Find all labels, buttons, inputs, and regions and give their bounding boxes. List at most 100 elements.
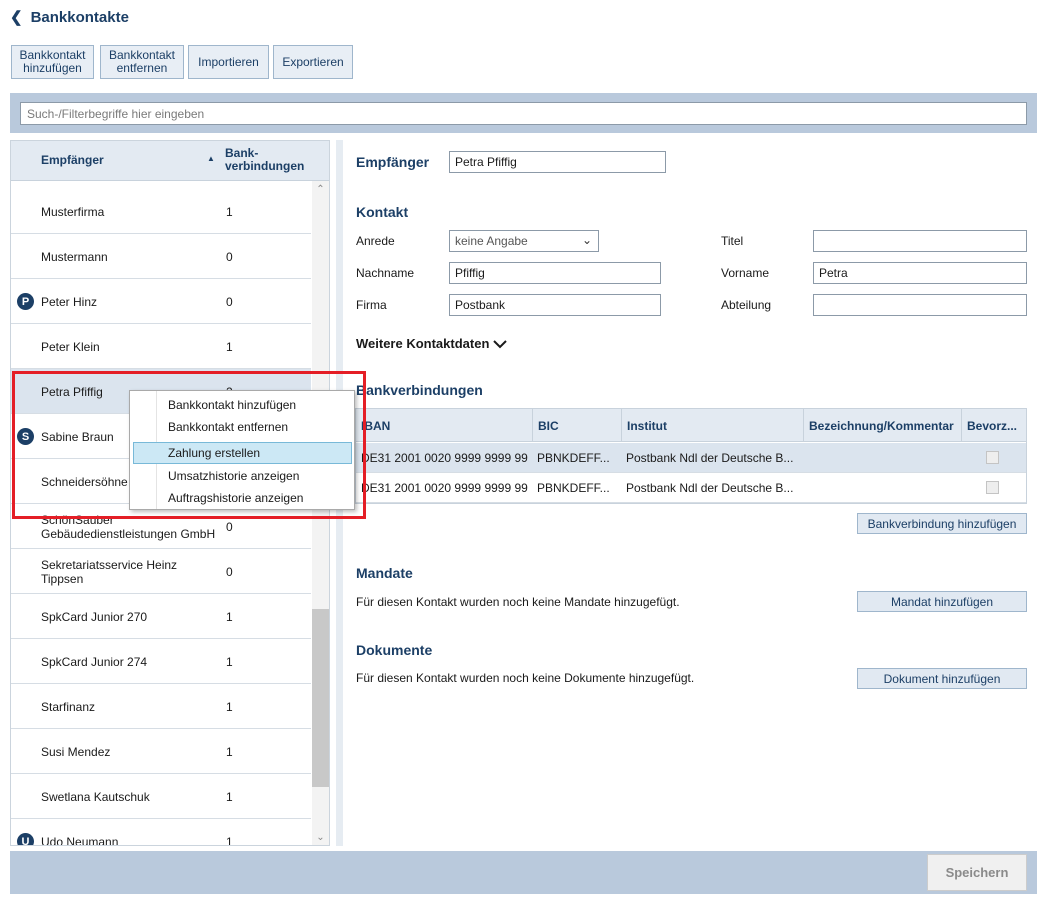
list-item[interactable]: Swetlana Kautschuk 1 — [11, 774, 311, 819]
contact-name: Udo Neumann — [41, 834, 119, 846]
firstname-label: Vorname — [721, 266, 770, 280]
header-label: Bank- — [225, 146, 259, 160]
search-input[interactable] — [20, 102, 1027, 125]
bank-count: 1 — [226, 744, 233, 759]
bic-cell: PBNKDEFF... — [537, 481, 610, 495]
list-item[interactable]: U Udo Neumann 1 — [11, 819, 311, 846]
sort-ascending-icon[interactable]: ▲ — [207, 154, 215, 163]
button-label: Bankkontakt — [108, 48, 176, 62]
list-item[interactable]: Musterfirma 1 — [11, 189, 311, 234]
scroll-down-icon[interactable]: ⌄ — [312, 829, 329, 845]
bank-connections-heading: Bankverbindungen — [356, 382, 483, 398]
list-item[interactable]: Susi Mendez 1 — [11, 729, 311, 774]
page-title: Bankkontakte — [30, 8, 129, 26]
scrollbar-thumb[interactable] — [312, 609, 329, 787]
bank-count: 1 — [226, 339, 233, 354]
column-header-bank-connections[interactable]: Bank-verbindungen — [225, 147, 304, 173]
title-field[interactable] — [813, 230, 1027, 252]
contact-name: Mustermann — [41, 249, 108, 264]
p-badge-icon: P — [17, 293, 34, 310]
documents-heading: Dokumente — [356, 642, 433, 658]
contact-name: SpkCard Junior 274 — [41, 654, 148, 669]
contact-name: SpkCard Junior 270 — [41, 609, 148, 624]
mandates-heading: Mandate — [356, 565, 413, 581]
list-item[interactable]: SpkCard Junior 270 1 — [11, 594, 311, 639]
contact-name: Swetlana Kautschuk — [41, 789, 150, 804]
list-item[interactable]: P Peter Hinz 0 — [11, 279, 311, 324]
save-button[interactable]: Speichern — [927, 854, 1027, 891]
button-label: entfernen — [116, 61, 168, 75]
button-label: Bankkontakt — [19, 48, 86, 62]
contact-heading: Kontakt — [356, 204, 409, 220]
salutation-label: Anrede — [356, 234, 395, 248]
add-document-button[interactable]: Dokument hinzufügen — [857, 668, 1027, 689]
documents-empty-text: Für diesen Kontakt wurden noch keine Dok… — [356, 671, 695, 685]
page-header: ❮ Bankkontakte — [10, 8, 129, 27]
company-field[interactable]: Postbank — [449, 294, 661, 316]
contact-name: Sekretariatsservice Heinz Tippsen — [41, 557, 178, 586]
footer-bar: Speichern — [10, 851, 1037, 894]
salutation-select[interactable]: keine Angabe ⌄ — [449, 230, 599, 252]
list-item[interactable]: SpkCard Junior 274 1 — [11, 639, 311, 684]
column-header-bic[interactable]: BIC — [532, 409, 621, 442]
table-header: IBAN BIC Institut Bezeichnung/Kommentar … — [356, 409, 1026, 442]
bank-count: 0 — [226, 249, 233, 264]
recipient-label: Empfänger — [356, 154, 430, 170]
bank-count: 1 — [226, 834, 233, 846]
detail-panel: Empfänger Petra Pfiffig Kontakt Anrede k… — [343, 140, 1037, 846]
export-button[interactable]: Exportieren — [273, 45, 353, 79]
mandates-empty-text: Für diesen Kontakt wurden noch keine Man… — [356, 595, 680, 609]
add-bank-connection-button[interactable]: Bankverbindung hinzufügen — [857, 513, 1027, 534]
u-badge-icon: U — [17, 833, 34, 845]
header-label: verbindungen — [225, 159, 305, 173]
bank-count: 0 — [226, 294, 233, 309]
bank-count: 1 — [226, 654, 233, 669]
iban-cell: DE31 2001 0020 9999 9999 99 — [361, 451, 528, 465]
table-row[interactable]: DE31 2001 0020 9999 9999 99 PBNKDEFF... … — [356, 443, 1026, 473]
lastname-field[interactable]: Pfiffig — [449, 262, 661, 284]
add-mandate-button[interactable]: Mandat hinzufügen — [857, 591, 1027, 612]
more-contact-label: Weitere Kontaktdaten — [356, 336, 490, 351]
list-item[interactable]: Sekretariatsservice Heinz Tippsen 0 — [11, 549, 311, 594]
department-field[interactable] — [813, 294, 1027, 316]
comment-cell — [803, 473, 961, 503]
list-header: Empfänger ▲ Bank-verbindungen — [11, 141, 329, 181]
bank-connections-table: IBAN BIC Institut Bezeichnung/Kommentar … — [355, 408, 1027, 504]
company-label: Firma — [356, 298, 387, 312]
column-header-institute[interactable]: Institut — [621, 409, 803, 442]
title-label: Titel — [721, 234, 744, 248]
import-button[interactable]: Importieren — [188, 45, 269, 79]
remove-bank-contact-button[interactable]: Bankkontakt entfernen — [100, 45, 184, 79]
scroll-up-icon[interactable]: ⌃ — [312, 181, 329, 197]
department-label: Abteilung — [721, 298, 772, 312]
add-bank-contact-button[interactable]: Bankkontakt hinzufügen — [11, 45, 94, 79]
comment-cell — [803, 443, 961, 473]
contact-name: Susi Mendez — [41, 744, 111, 759]
contact-name: Musterfirma — [41, 204, 105, 219]
list-item[interactable]: Mustermann 0 — [11, 234, 311, 279]
lastname-label: Nachname — [356, 266, 415, 280]
column-header-preferred[interactable]: Bevorz... — [961, 409, 1026, 442]
column-header-iban[interactable]: IBAN — [356, 409, 532, 442]
contact-name: Starfinanz — [41, 699, 96, 714]
column-header-recipient[interactable]: Empfänger — [41, 153, 104, 167]
institute-cell: Postbank Ndl der Deutsche B... — [626, 481, 794, 495]
bank-count: 1 — [226, 789, 233, 804]
firstname-field[interactable]: Petra — [813, 262, 1027, 284]
highlight-annotation-box — [12, 371, 366, 519]
more-contact-toggle[interactable]: Weitere Kontaktdaten — [356, 336, 508, 351]
chevron-down-icon — [493, 339, 508, 348]
preferred-checkbox[interactable] — [986, 481, 999, 494]
preferred-checkbox[interactable] — [986, 451, 999, 464]
table-row[interactable]: DE31 2001 0020 9999 9999 99 PBNKDEFF... … — [356, 473, 1026, 503]
list-item[interactable]: Peter Klein 1 — [11, 324, 311, 369]
chevron-left-icon[interactable]: ❮ — [10, 8, 23, 26]
recipient-field[interactable]: Petra Pfiffig — [449, 151, 666, 173]
list-item[interactable]: Starfinanz 1 — [11, 684, 311, 729]
bank-count: 1 — [226, 699, 233, 714]
column-header-comment[interactable]: Bezeichnung/Kommentar — [803, 409, 961, 442]
bank-count: 1 — [226, 609, 233, 624]
bank-count: 0 — [226, 564, 233, 579]
bank-count: 1 — [226, 204, 233, 219]
bic-cell: PBNKDEFF... — [537, 451, 610, 465]
